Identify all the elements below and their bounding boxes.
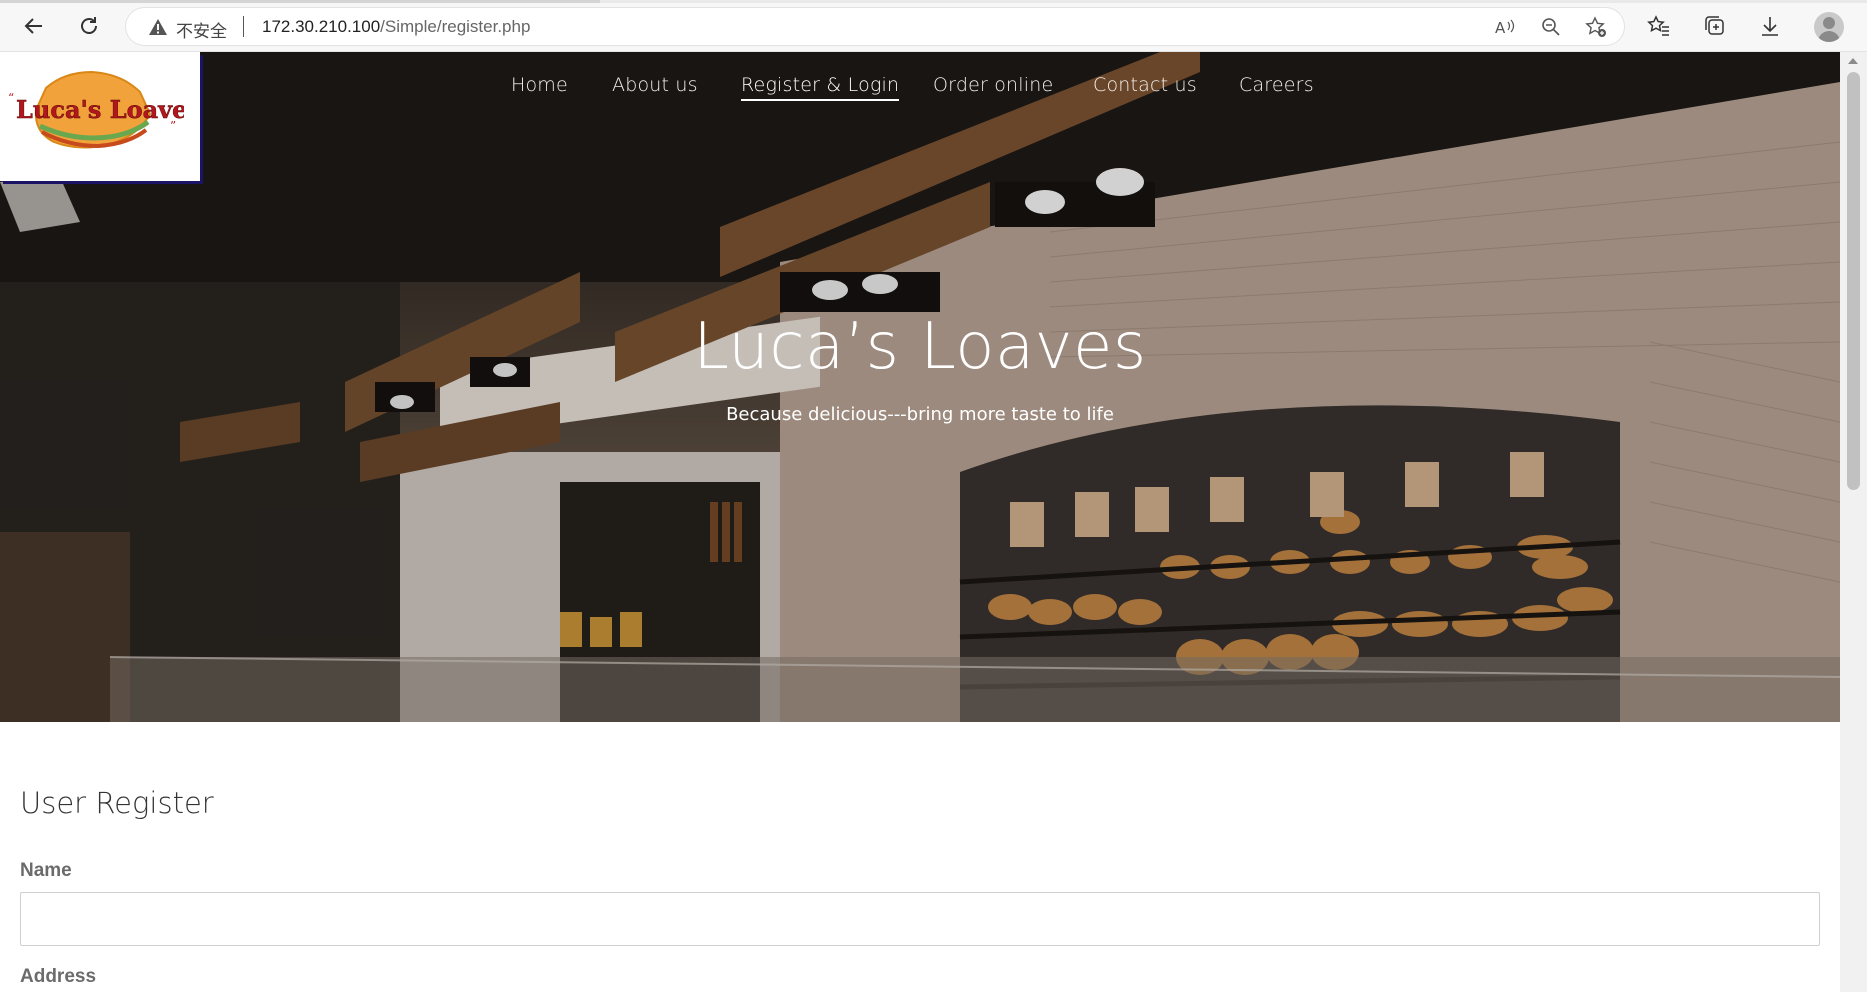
name-input[interactable] xyxy=(20,892,1820,946)
profile-avatar[interactable] xyxy=(1814,12,1844,42)
downloads-icon[interactable] xyxy=(1756,12,1784,40)
page-scrollbar[interactable] xyxy=(1840,52,1867,992)
hero-title: Luca’s Loaves xyxy=(693,310,1147,384)
favorites-icon[interactable] xyxy=(1645,12,1673,40)
reload-button[interactable] xyxy=(72,9,106,43)
address-label: Address xyxy=(20,966,97,987)
nav-contact-us[interactable]: Contact us xyxy=(1093,74,1197,96)
address-separator xyxy=(243,16,244,37)
hero-subtitle: Because delicious---bring more taste to … xyxy=(726,404,1114,425)
warning-icon xyxy=(149,19,167,35)
nav-careers[interactable]: Careers xyxy=(1239,74,1314,96)
site-logo[interactable]: Luca's Loaves “ ” xyxy=(0,52,200,181)
zoom-out-icon[interactable] xyxy=(1540,16,1562,38)
reload-icon xyxy=(81,17,97,34)
scroll-up-arrow-icon[interactable] xyxy=(1848,58,1858,64)
tab-strip xyxy=(0,0,1867,3)
name-label: Name xyxy=(20,860,72,881)
hero-banner: Luca's Loaves “ ” Home About us Register… xyxy=(0,52,1840,722)
scrollbar-thumb[interactable] xyxy=(1847,72,1860,490)
url-path: /Simple/register.php xyxy=(380,17,531,36)
form-title: User Register xyxy=(20,786,214,820)
address-bar[interactable]: 不安全 172.30.210.100/Simple/register.php A xyxy=(126,8,1624,45)
svg-text:A: A xyxy=(1495,19,1506,37)
page-content: Luca's Loaves “ ” Home About us Register… xyxy=(0,52,1840,992)
security-status[interactable]: 不安全 xyxy=(176,17,227,42)
nav-register-login[interactable]: Register & Login xyxy=(741,74,900,101)
add-favorite-icon[interactable] xyxy=(1585,16,1607,38)
back-arrow-icon xyxy=(24,18,42,34)
nav-order-online[interactable]: Order online xyxy=(933,74,1053,96)
read-aloud-icon[interactable]: A xyxy=(1494,16,1516,38)
collections-icon[interactable] xyxy=(1701,12,1729,40)
browser-toolbar: 不安全 172.30.210.100/Simple/register.php A xyxy=(0,0,1867,52)
url-host: 172.30.210.100 xyxy=(262,17,381,36)
svg-text:”: ” xyxy=(170,119,176,133)
nav-home[interactable]: Home xyxy=(511,74,568,96)
back-button[interactable] xyxy=(17,9,51,43)
url-text[interactable]: 172.30.210.100/Simple/register.php xyxy=(262,17,530,37)
hero-overlay xyxy=(0,52,1840,722)
main-navigation: Home About us Register & Login Order onl… xyxy=(0,74,1840,114)
nav-about-us[interactable]: About us xyxy=(612,74,698,96)
